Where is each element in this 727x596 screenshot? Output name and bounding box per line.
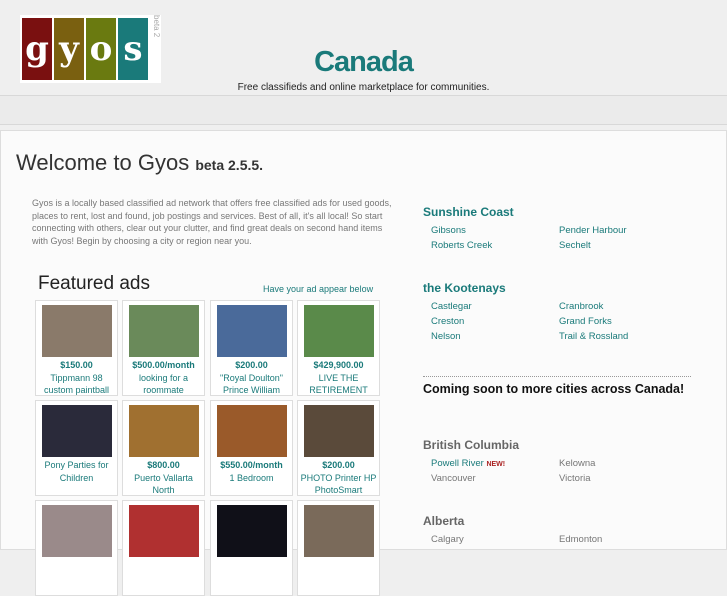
ad-title[interactable]: Pony Parties for Children [36,459,117,484]
city-link[interactable]: Castlegar [431,301,559,312]
ad-price: $500.00/month [132,360,195,370]
featured-heading: Featured ads [38,273,150,294]
ad-card[interactable]: $200.00 PHOTO Printer HP PhotoSmart [297,400,380,496]
province-british-columbia: British Columbia Powell River NEW! Kelow… [423,438,687,484]
ad-thumbnail[interactable] [303,405,374,457]
city-link[interactable]: Pender Harbour [559,225,687,236]
region-sunshine-coast: Sunshine Coast Gibsons Pender Harbour Ro… [423,205,687,251]
ad-card[interactable]: $200.00 "Royal Doulton" Prince William [210,300,293,396]
city-link[interactable]: Sechelt [559,240,687,251]
ad-thumbnail[interactable] [303,505,374,557]
nav-bar [0,95,727,125]
intro-text: Gyos is a locally based classified ad ne… [32,198,392,247]
ad-title[interactable]: "Royal Doulton" Prince William [211,372,292,396]
city-name: Victoria [559,473,591,484]
ad-card[interactable]: Pony Parties for Children [35,400,118,496]
ad-title[interactable]: PHOTO Printer HP PhotoSmart [298,472,379,496]
city-name: Kelowna [559,458,596,469]
city-link[interactable]: Grand Forks [559,316,687,327]
ad-title[interactable]: looking for a roommate [123,372,204,396]
ad-price: $550.00/month [220,460,283,470]
city-link[interactable]: Cranbrook [559,301,687,312]
welcome-heading: Welcome to Gyos beta 2.5.5. [16,150,264,175]
ad-thumbnail[interactable] [41,305,112,357]
ad-title[interactable]: LIVE THE RETIREMENT [298,372,379,396]
city-link[interactable]: Gibsons [431,225,559,236]
city-link[interactable]: Nelson [431,331,559,342]
ad-card[interactable] [210,500,293,596]
ad-price: $200.00 [322,460,355,470]
city-name: Calgary [431,534,464,545]
ad-title[interactable]: Tippmann 98 custom paintball [36,372,117,396]
ad-thumbnail[interactable] [128,505,199,557]
province-alberta: Alberta Calgary Edmonton [423,514,687,545]
city-name: Vancouver [431,473,476,484]
page-title: Canada [314,46,414,78]
province-heading: Alberta [423,514,465,528]
ad-card[interactable]: $429,900.00 LIVE THE RETIREMENT [297,300,380,396]
region-kootenays: the Kootenays Castlegar Cranbrook Cresto… [423,281,687,342]
logo-badge: beta 2 [152,15,161,38]
page-subtitle: Free classifieds and online marketplace … [237,82,490,93]
ad-card[interactable] [297,500,380,596]
ad-price: $429,900.00 [313,360,364,370]
have-ad-appear-link[interactable]: Have your ad appear below [263,284,373,294]
city-link[interactable]: Creston [431,316,559,327]
ad-thumbnail[interactable] [41,405,112,457]
ad-thumbnail[interactable] [216,505,287,557]
ad-card[interactable]: $500.00/month looking for a roommate [122,300,205,396]
ad-card[interactable]: $550.00/month 1 Bedroom [210,400,293,496]
city-link[interactable]: Roberts Creek [431,240,559,251]
region-heading[interactable]: Sunshine Coast [423,205,687,219]
ad-thumbnail[interactable] [303,305,374,357]
ad-card[interactable]: $800.00 Puerto Vallarta North [122,400,205,496]
city-name: Edmonton [559,534,603,545]
ad-thumbnail[interactable] [128,405,199,457]
ad-thumbnail[interactable] [216,405,287,457]
city-link[interactable]: Trail & Rossland [559,331,687,342]
ad-price: $800.00 [147,460,180,470]
ad-thumbnail[interactable] [128,305,199,357]
new-badge: NEW! [486,461,506,468]
ad-title[interactable]: Puerto Vallarta North [123,472,204,496]
ad-title[interactable]: 1 Bedroom [211,472,292,485]
city-link[interactable]: Powell River [431,458,484,469]
ad-thumbnail[interactable] [216,305,287,357]
ad-card[interactable]: $150.00 Tippmann 98 custom paintball [35,300,118,396]
ad-card[interactable] [35,500,118,596]
version: beta 2.5.5. [195,157,264,173]
ad-thumbnail[interactable] [41,505,112,557]
region-heading[interactable]: the Kootenays [423,281,687,295]
coming-soon-heading: Coming soon to more cities across Canada… [423,376,691,396]
province-heading: British Columbia [423,438,520,452]
ad-price: $200.00 [235,360,268,370]
ad-card[interactable] [122,500,205,596]
ad-price: $150.00 [60,360,93,370]
